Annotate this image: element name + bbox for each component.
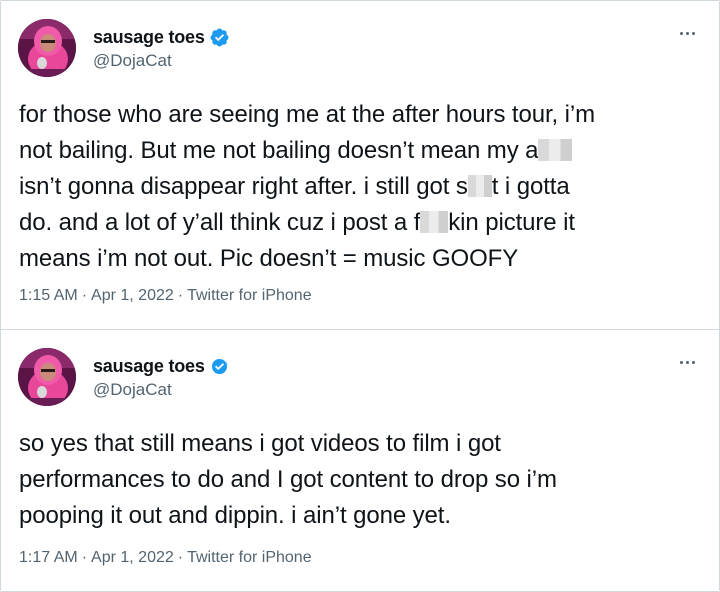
meta-separator: ·: [177, 549, 184, 566]
tweet-text-line: for those who are seeing me at the after…: [19, 101, 596, 128]
tweet-text: for those who are seeing me at the after…: [19, 97, 709, 277]
verified-badge-icon: [209, 356, 230, 377]
tweet-time[interactable]: 1:15 AM: [19, 287, 78, 305]
tweet-time[interactable]: 1:17 AM: [19, 549, 78, 567]
meta-separator: ·: [81, 549, 88, 566]
tweet-date[interactable]: Apr 1, 2022: [91, 287, 174, 305]
tweet-text-line: performances to do and I got content to …: [19, 466, 557, 493]
tweet-date[interactable]: Apr 1, 2022: [91, 549, 174, 567]
censor-blur: [467, 175, 492, 197]
tweet-text-line: do. and a lot of y’all think cuz i post …: [19, 209, 421, 236]
censor-blur: [538, 139, 573, 161]
display-name[interactable]: sausage toes: [93, 27, 205, 48]
tweet-text-line: means i’m not out. Pic doesn’t = music G…: [19, 245, 519, 272]
tweet-text: so yes that still means i got videos to …: [19, 426, 709, 534]
tweet-source[interactable]: Twitter for iPhone: [187, 287, 312, 305]
meta-separator: ·: [177, 287, 184, 304]
author-name-row[interactable]: sausage toes: [93, 354, 230, 378]
censor-blur: [420, 211, 449, 233]
tweet-meta: 1:17 AM · Apr 1, 2022 · Twitter for iPho…: [19, 549, 312, 567]
tweet-source[interactable]: Twitter for iPhone: [187, 549, 312, 567]
avatar[interactable]: [18, 19, 76, 77]
meta-separator: ·: [81, 287, 88, 304]
avatar[interactable]: [18, 348, 76, 406]
verified-badge-icon: [209, 27, 230, 48]
more-options-icon[interactable]: [675, 352, 699, 372]
tweet-card[interactable]: sausage toes @DojaCat for those who are …: [1, 1, 719, 329]
tweet-meta: 1:15 AM · Apr 1, 2022 · Twitter for iPho…: [19, 287, 312, 305]
tweet-text-line: pooping it out and dippin. i ain’t gone …: [19, 502, 451, 529]
author-handle[interactable]: @DojaCat: [93, 380, 172, 400]
tweet-card[interactable]: sausage toes @DojaCat so yes that still …: [1, 330, 719, 590]
author-handle[interactable]: @DojaCat: [93, 51, 172, 71]
tweet-text-line: so yes that still means i got videos to …: [19, 430, 501, 457]
more-options-icon[interactable]: [675, 23, 699, 43]
author-name-row[interactable]: sausage toes: [93, 25, 230, 49]
tweet-text-line: not bailing. But me not bailing doesn’t …: [19, 137, 539, 164]
tweet-text-line: kin picture it: [448, 209, 575, 236]
tweet-text-line: isn’t gonna disappear right after. i sti…: [19, 173, 468, 200]
tweet-text-line: t i gotta: [491, 173, 570, 200]
display-name[interactable]: sausage toes: [93, 356, 205, 377]
